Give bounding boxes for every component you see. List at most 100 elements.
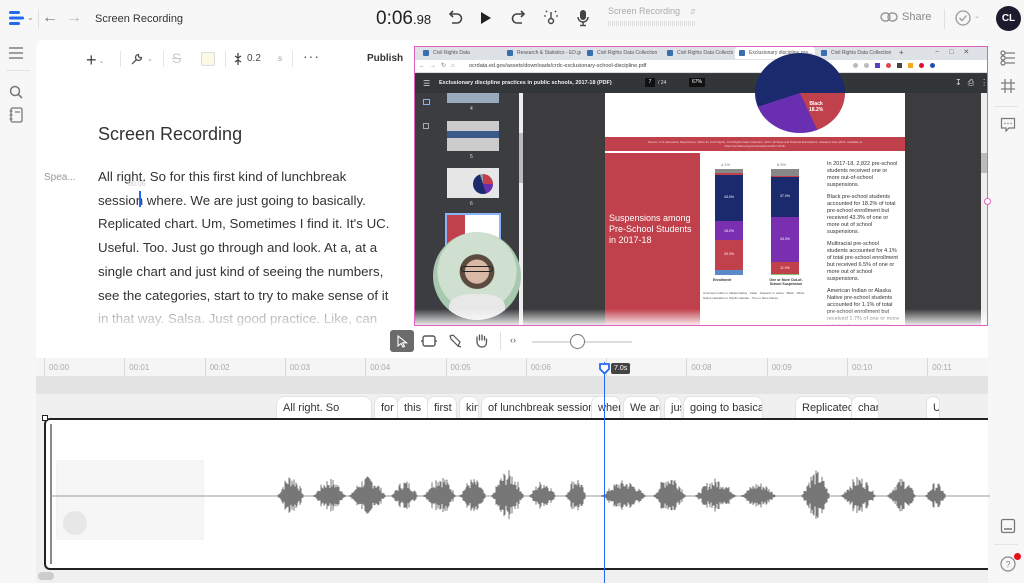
playhead-time-label: 7.0s: [611, 363, 631, 374]
url-field[interactable]: ocrdata.ed.gov/assets/downloads/crdc-exc…: [469, 63, 646, 69]
more-options-icon[interactable]: ···: [303, 48, 320, 64]
divider: [120, 51, 121, 67]
pdf-thumbnail[interactable]: [447, 168, 499, 198]
share-button[interactable]: Share: [880, 11, 931, 23]
outline-view-icon[interactable]: [423, 123, 429, 129]
transcript-word-chip[interactable]: first: [427, 396, 457, 418]
slide-text-column: In 2017-18, 2,822 pre-school students re…: [827, 161, 899, 325]
timeline-panel: 00:0000:0100:0200:0300:0400:0500:0600:07…: [36, 358, 990, 583]
document-title[interactable]: Screen Recording: [95, 13, 183, 25]
pen-tool-button[interactable]: [448, 334, 462, 353]
zoom-slider-thumb[interactable]: [570, 334, 585, 349]
transcript-line: single chart and just kind of seeing the…: [98, 263, 384, 279]
forward-arrow-icon[interactable]: →: [66, 9, 82, 27]
crop-tool-button[interactable]: [420, 334, 438, 353]
pdf-thumbnail[interactable]: [447, 93, 499, 103]
hamburger-menu-icon[interactable]: [8, 46, 24, 65]
gap-value-input[interactable]: 0.2: [247, 53, 261, 64]
timecode-fraction: .98: [412, 12, 432, 27]
properties-sliders-icon[interactable]: [1000, 50, 1016, 71]
publish-button[interactable]: Publish: [367, 53, 403, 64]
document-heading[interactable]: Screen Recording: [98, 124, 242, 145]
ruler-tick-label: 00:02: [204, 358, 230, 376]
resize-handle[interactable]: [984, 198, 991, 205]
updown-chevron-icon: ⇵: [690, 9, 696, 16]
speaker-label[interactable]: Spea...: [44, 172, 76, 183]
browser-tab[interactable]: Research & Statistics - ED.gov: [503, 47, 581, 59]
play-button[interactable]: [480, 11, 492, 30]
search-icon[interactable]: [9, 85, 23, 104]
status-check-button[interactable]: [955, 10, 971, 31]
fit-width-icon[interactable]: ‹›: [510, 335, 516, 345]
browser-tab[interactable]: Civil Rights Data: [419, 47, 499, 59]
bar-category-label: One or More Out-of-School Suspension: [769, 278, 803, 286]
timeline-panel-icon[interactable]: [1000, 518, 1016, 539]
ruler-tick-label: 00:00: [44, 358, 69, 376]
notebook-icon[interactable]: [9, 107, 23, 128]
highlight-color-swatch[interactable]: [201, 52, 215, 66]
transcript-word-chip[interactable]: going to basically: [683, 396, 763, 418]
horizontal-scrollbar[interactable]: [38, 572, 54, 580]
playhead-handle[interactable]: [599, 362, 610, 380]
divider: [292, 51, 293, 67]
window-controls[interactable]: −□✕: [935, 48, 979, 56]
thumbnail-scrollbar[interactable]: [519, 93, 523, 325]
browser-tab[interactable]: Civil Rights Data Collection: [663, 47, 733, 59]
pdf-zoom-input[interactable]: 67%: [689, 78, 705, 87]
select-tool-button[interactable]: [390, 330, 414, 352]
transcript-word-chip[interactable]: chart: [851, 396, 879, 418]
transcript-word-chip[interactable]: Replicated: [795, 396, 853, 418]
status-chevron-down-icon[interactable]: ⌄: [974, 12, 980, 20]
microphone-icon[interactable]: [574, 8, 592, 28]
pdf-scrollbar[interactable]: [981, 93, 987, 325]
video-canvas[interactable]: Civil Rights Data Research & Statistics …: [414, 46, 988, 326]
timeline-ruler[interactable]: 00:0000:0100:0200:0300:0400:0500:0600:07…: [36, 358, 988, 376]
divider: [38, 9, 39, 29]
pdf-page-input[interactable]: 7: [645, 78, 655, 87]
strikethrough-icon[interactable]: S: [172, 50, 181, 66]
media-clip[interactable]: [44, 418, 990, 570]
add-button[interactable]: + ⌄: [86, 50, 104, 71]
comment-icon[interactable]: [1000, 117, 1016, 138]
loop-region-icon[interactable]: [542, 8, 560, 26]
transcript-body[interactable]: All right. So for this first kind of lun…: [98, 165, 398, 333]
text-cursor: [139, 191, 141, 207]
transcript-word-chip[interactable]: just: [664, 396, 682, 418]
browser-tab[interactable]: Civil Rights Data Collection: [817, 47, 893, 59]
new-tab-icon[interactable]: +: [899, 48, 904, 57]
skip-forward-icon[interactable]: [510, 9, 528, 27]
pdf-menu-icon[interactable]: ☰: [423, 79, 430, 88]
extension-icons[interactable]: [853, 63, 935, 68]
thumbnail-view-icon[interactable]: [423, 99, 430, 105]
playhead-line[interactable]: [604, 362, 605, 583]
link-icon: [880, 12, 898, 22]
tools-button[interactable]: ⌄: [130, 52, 153, 66]
skip-back-icon[interactable]: [446, 9, 464, 27]
browser-nav-icons[interactable]: ←→↻⌂: [419, 62, 460, 69]
transcript-word-chip[interactable]: of lunchbreak session: [481, 396, 609, 418]
transcript-word-chip[interactable]: All right. So: [276, 396, 372, 418]
back-arrow-icon[interactable]: ←: [42, 9, 58, 27]
transcript-word-chip[interactable]: kind: [459, 396, 479, 418]
descript-logo-icon[interactable]: [8, 10, 26, 26]
webcam-bubble[interactable]: [433, 232, 521, 320]
clip-corner-handle[interactable]: [42, 415, 48, 421]
editor-toolbar: + ⌄ ⌄ S 0.2 s ··· Publish: [36, 40, 416, 76]
transcript-word-chip[interactable]: for: [374, 396, 398, 418]
transcript-word-chip[interactable]: We are: [623, 396, 661, 418]
transcript-word-chip[interactable]: where: [591, 396, 621, 418]
pdf-page: Black 18.2% Source: U.S. Education Depart…: [605, 53, 905, 325]
pdf-download-print-icons[interactable]: ↧⎙⋮: [955, 78, 987, 88]
logo-chevron-down-icon[interactable]: ⌄: [27, 13, 34, 22]
avatar[interactable]: CL: [996, 6, 1021, 31]
transcript-word-chip[interactable]: Um: [926, 396, 940, 418]
track-selector[interactable]: Screen Recording ⇵: [608, 6, 696, 28]
pdf-thumbnail[interactable]: [447, 121, 499, 151]
ruler-tick-label: 00:09: [766, 358, 792, 376]
help-icon[interactable]: ?: [1000, 556, 1016, 577]
hand-tool-button[interactable]: [474, 333, 489, 353]
browser-tab[interactable]: Civil Rights Data Collection: [583, 47, 661, 59]
grid-icon[interactable]: [1000, 78, 1016, 99]
transcript-word-chip[interactable]: this: [397, 396, 429, 418]
bar-suspension: 37.0% 43.3% 11.0%: [771, 169, 799, 275]
